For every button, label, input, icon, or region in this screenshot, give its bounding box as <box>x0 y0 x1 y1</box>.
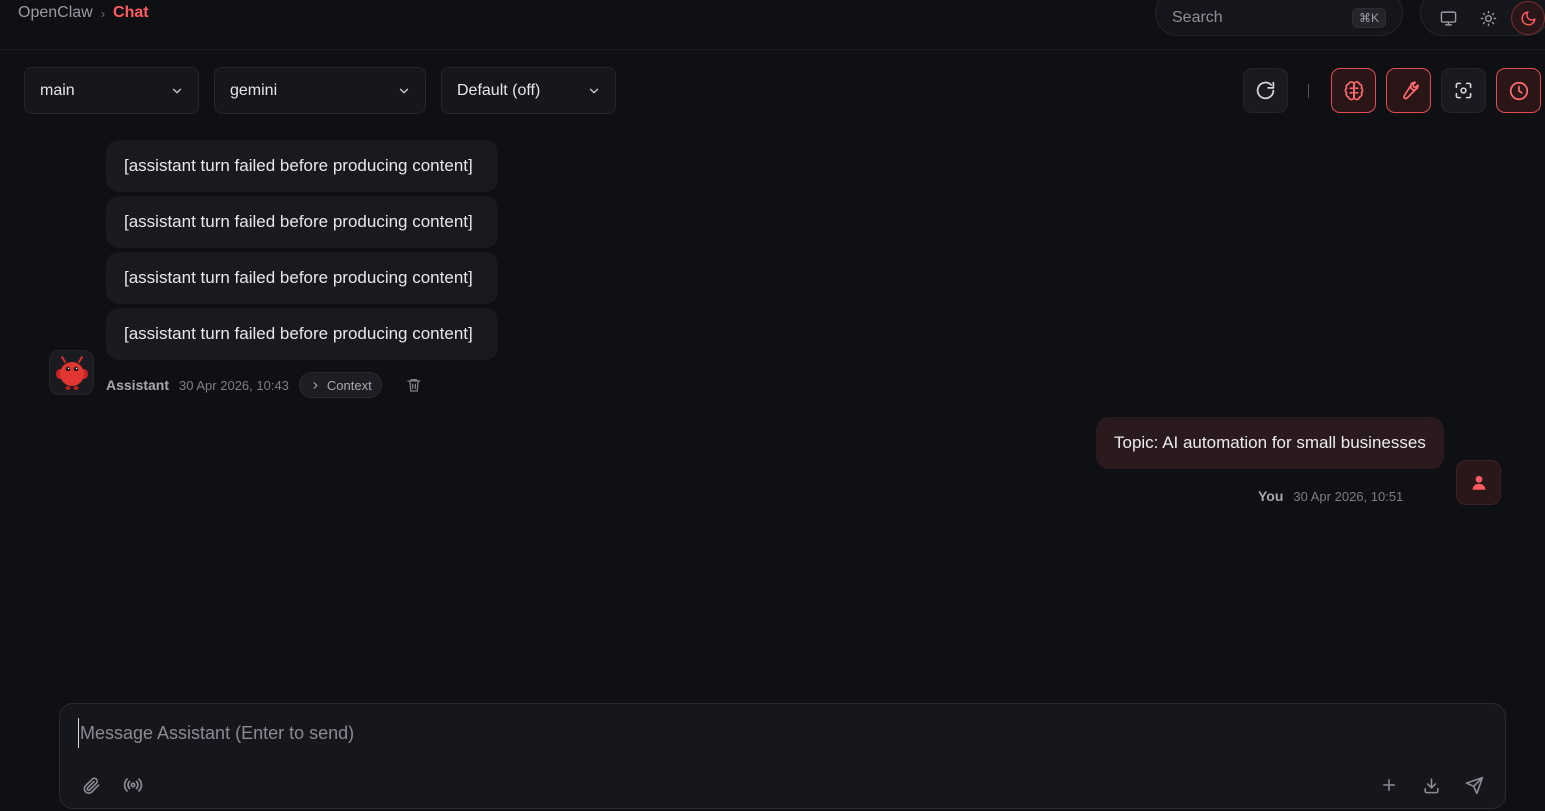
context-toggle[interactable]: Context <box>298 372 382 398</box>
user-message-bubble: Topic: AI automation for small businesse… <box>1096 417 1444 469</box>
thinking-toggle-button[interactable] <box>1331 68 1376 113</box>
history-button[interactable] <box>1496 68 1541 113</box>
refresh-icon <box>1256 81 1275 100</box>
send-icon <box>1465 776 1483 794</box>
assistant-avatar <box>49 350 94 395</box>
send-button[interactable] <box>1459 770 1489 800</box>
assistant-message-bubble: [assistant turn failed before producing … <box>106 140 498 192</box>
thinking-select-value: Default (off) <box>457 81 541 99</box>
message-composer <box>59 703 1506 809</box>
assistant-message-bubble: [assistant turn failed before producing … <box>106 252 498 304</box>
chevron-down-icon <box>399 88 409 93</box>
paperclip-icon <box>83 777 99 794</box>
assistant-message-bubble: [assistant turn failed before producing … <box>106 308 498 360</box>
plus-icon <box>1383 779 1395 791</box>
download-icon <box>1423 777 1439 793</box>
focus-icon <box>1455 82 1472 99</box>
attach-button[interactable] <box>76 770 106 800</box>
chevron-down-icon <box>172 88 182 93</box>
top-bar: OpenClaw › Chat Search ⌘K <box>0 0 1545 50</box>
thinking-select[interactable]: Default (off) <box>441 67 616 114</box>
message-input[interactable] <box>78 718 1278 748</box>
user-icon <box>1472 475 1485 490</box>
refresh-button[interactable] <box>1243 68 1288 113</box>
agent-select-value: main <box>40 81 75 99</box>
broadcast-icon <box>123 778 143 792</box>
assistant-message-meta: Assistant 30 Apr 2026, 10:43 Context <box>106 372 422 398</box>
tools-toggle-button[interactable] <box>1386 68 1431 113</box>
search-label: Search <box>1172 9 1223 26</box>
clock-icon <box>1509 81 1528 100</box>
assistant-timestamp: 30 Apr 2026, 10:43 <box>179 377 289 393</box>
claw-mascot-icon <box>55 355 88 390</box>
focus-mode-button[interactable] <box>1441 68 1486 113</box>
new-chat-button[interactable] <box>1374 770 1404 800</box>
breadcrumb-separator: › <box>100 5 106 21</box>
user-timestamp: 30 Apr 2026, 10:51 <box>1293 488 1404 504</box>
breadcrumb-root[interactable]: OpenClaw <box>18 4 93 22</box>
context-label: Context <box>326 377 372 393</box>
voice-button[interactable] <box>118 770 148 800</box>
agent-select[interactable]: main <box>24 67 199 114</box>
brain-icon <box>1344 80 1363 100</box>
model-select-value: gemini <box>230 81 278 99</box>
delete-message-button[interactable] <box>406 377 422 393</box>
search-shortcut-badge: ⌘K <box>1351 8 1386 28</box>
theme-light-button[interactable] <box>1471 1 1505 35</box>
toolbar-divider <box>1308 84 1309 98</box>
user-avatar <box>1456 460 1501 505</box>
user-message-meta: You 30 Apr 2026, 10:51 <box>1258 484 1403 508</box>
sun-icon <box>1480 10 1496 26</box>
export-button[interactable] <box>1416 770 1446 800</box>
search-bar[interactable]: Search ⌘K <box>1155 0 1403 36</box>
chevron-right-icon <box>313 381 318 389</box>
moon-icon <box>1521 10 1536 25</box>
monitor-icon <box>1440 10 1456 26</box>
assistant-name: Assistant <box>106 377 170 393</box>
model-select[interactable]: gemini <box>214 67 426 114</box>
breadcrumb-current: Chat <box>113 4 149 21</box>
wrench-icon <box>1403 81 1419 100</box>
chevron-down-icon <box>589 88 599 93</box>
assistant-message-bubble: [assistant turn failed before producing … <box>106 196 498 248</box>
theme-dark-button[interactable] <box>1511 1 1545 35</box>
user-name: You <box>1258 488 1284 504</box>
theme-system-button[interactable] <box>1431 1 1465 35</box>
breadcrumb: OpenClaw › Chat <box>18 4 149 22</box>
trash-icon <box>407 379 421 392</box>
theme-switcher <box>1420 0 1545 36</box>
